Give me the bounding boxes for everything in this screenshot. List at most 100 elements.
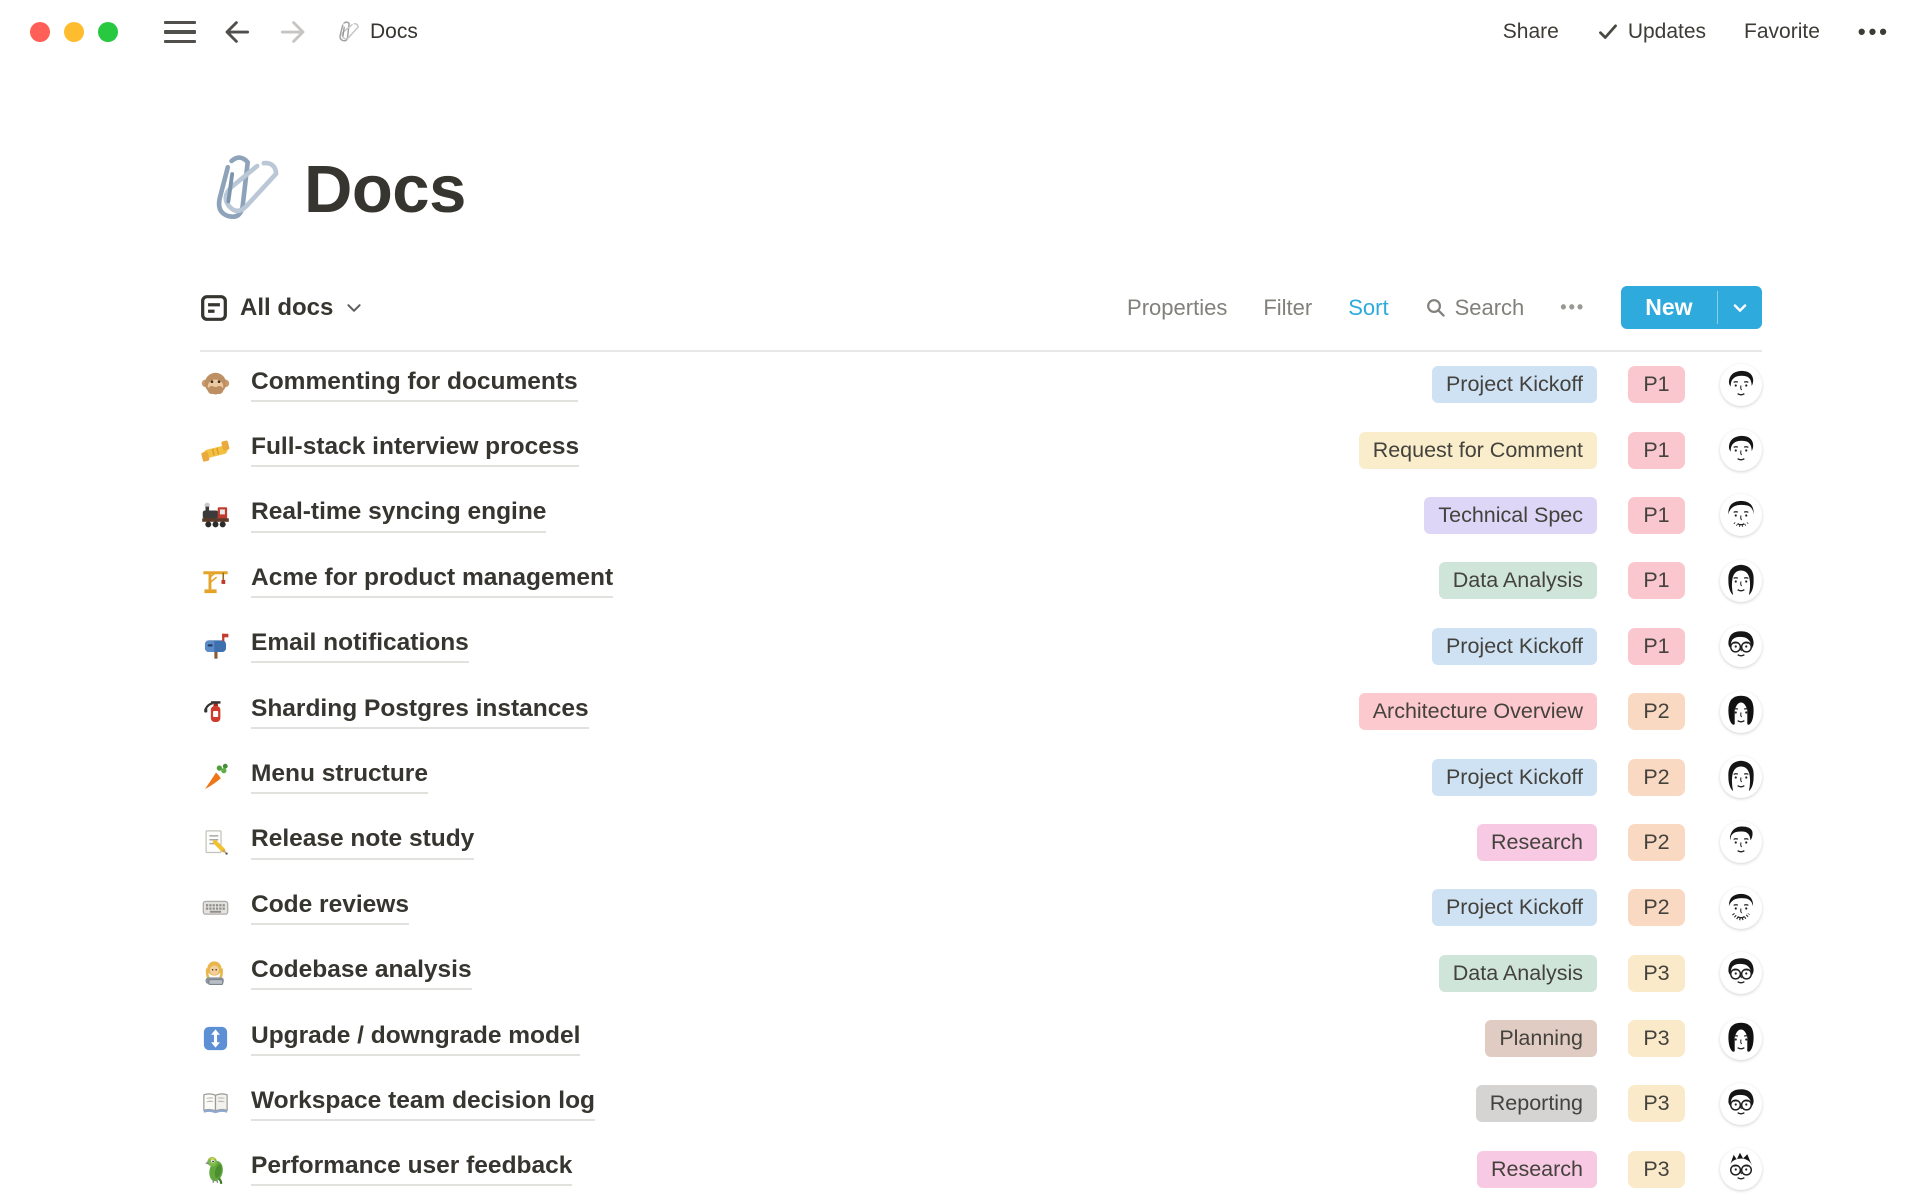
assignee-avatar-person-glasses[interactable] <box>1720 952 1762 994</box>
doc-type-tag[interactable]: Reporting <box>1476 1085 1597 1122</box>
sort-button[interactable]: Sort <box>1348 295 1388 321</box>
doc-row[interactable]: Commenting for documents Project Kickoff… <box>200 352 1762 417</box>
doc-type-tag[interactable]: Research <box>1477 1151 1597 1188</box>
priority-badge[interactable]: P2 <box>1628 693 1685 730</box>
priority-badge[interactable]: P1 <box>1628 432 1685 469</box>
doc-row[interactable]: Real-time syncing engine Technical Spec … <box>200 483 1762 548</box>
priority-badge[interactable]: P2 <box>1628 889 1685 926</box>
new-doc-split-button: New <box>1621 286 1762 329</box>
assignee-avatar-man-swept[interactable] <box>1720 364 1762 406</box>
back-button[interactable] <box>222 17 252 47</box>
titlebar-doc-title: Docs <box>370 20 418 44</box>
assignee-avatar-woman-bob[interactable] <box>1720 1018 1762 1060</box>
doc-type-tag[interactable]: Technical Spec <box>1424 497 1597 534</box>
open-mailbox-icon <box>200 630 234 662</box>
fire-extinguisher-icon <box>200 696 234 728</box>
doc-row[interactable]: Codebase analysis Data Analysis P3 <box>200 941 1762 1006</box>
chevron-down-icon <box>1731 299 1749 317</box>
assignee-avatar-man-glasses-spiky[interactable] <box>1720 1148 1762 1190</box>
assignee-avatar-woman-bob[interactable] <box>1720 691 1762 733</box>
favorite-button[interactable]: Favorite <box>1744 20 1820 44</box>
doc-row[interactable]: Upgrade / downgrade model Planning P3 <box>200 1006 1762 1071</box>
minimize-window-button[interactable] <box>64 22 84 42</box>
doc-title-link[interactable]: Workspace team decision log <box>251 1087 595 1121</box>
doc-title-link[interactable]: Release note study <box>251 825 474 859</box>
filter-button[interactable]: Filter <box>1263 295 1312 321</box>
building-construction-icon <box>200 565 234 597</box>
doc-title-link[interactable]: Full-stack interview process <box>251 433 579 467</box>
new-doc-button[interactable]: New <box>1621 286 1716 329</box>
share-button[interactable]: Share <box>1503 20 1559 44</box>
doc-title-link[interactable]: Email notifications <box>251 629 469 663</box>
updates-button[interactable]: Updates <box>1597 20 1706 44</box>
doc-title-link[interactable]: Codebase analysis <box>251 956 472 990</box>
assignee-avatar-person-glasses[interactable] <box>1720 625 1762 667</box>
new-doc-dropdown-button[interactable] <box>1718 286 1762 329</box>
doc-type-tag[interactable]: Data Analysis <box>1439 955 1597 992</box>
doc-type-tag[interactable]: Planning <box>1485 1020 1597 1057</box>
assignee-avatar-man-stubble[interactable] <box>1720 494 1762 536</box>
more-options-button[interactable]: ••• <box>1858 19 1890 45</box>
priority-badge[interactable]: P3 <box>1628 1151 1685 1188</box>
doc-title-link[interactable]: Real-time syncing engine <box>251 498 546 532</box>
doc-type-tag[interactable]: Architecture Overview <box>1359 693 1597 730</box>
doc-type-tag[interactable]: Project Kickoff <box>1432 759 1597 796</box>
doc-row[interactable]: Sharding Postgres instances Architecture… <box>200 679 1762 744</box>
locomotive-icon <box>200 499 234 531</box>
doc-row[interactable]: Release note study Research P2 <box>200 810 1762 875</box>
priority-badge[interactable]: P1 <box>1628 497 1685 534</box>
doc-row[interactable]: Workspace team decision log Reporting P3 <box>200 1071 1762 1136</box>
priority-badge[interactable]: P3 <box>1628 955 1685 992</box>
doc-row[interactable]: Acme for product management Data Analysi… <box>200 548 1762 613</box>
doc-type-tag[interactable]: Request for Comment <box>1359 432 1597 469</box>
assignee-avatar-person-glasses[interactable] <box>1720 1083 1762 1125</box>
assignee-avatar-man-swept[interactable] <box>1720 429 1762 471</box>
doc-list: Commenting for documents Project Kickoff… <box>200 352 1762 1200</box>
doc-title-link[interactable]: Menu structure <box>251 760 428 794</box>
priority-badge[interactable]: P1 <box>1628 366 1685 403</box>
doc-paperclip-icon <box>334 19 360 45</box>
toolbar-more-button[interactable]: ••• <box>1560 297 1585 318</box>
priority-badge[interactable]: P2 <box>1628 824 1685 861</box>
open-book-icon <box>200 1088 234 1120</box>
doc-row[interactable]: Performance user feedback Research P3 <box>200 1137 1762 1200</box>
zoom-window-button[interactable] <box>98 22 118 42</box>
doc-title-link[interactable]: Performance user feedback <box>251 1152 572 1186</box>
doc-title-link[interactable]: Acme for product management <box>251 564 613 598</box>
memo-icon <box>200 826 234 858</box>
doc-row[interactable]: Code reviews Project Kickoff P2 <box>200 875 1762 940</box>
doc-type-tag[interactable]: Data Analysis <box>1439 562 1597 599</box>
handshake-icon <box>200 434 234 466</box>
sidebar-menu-button[interactable] <box>164 21 196 44</box>
doc-type-tag[interactable]: Project Kickoff <box>1432 366 1597 403</box>
assignee-avatar-woman-long[interactable] <box>1720 560 1762 602</box>
properties-button[interactable]: Properties <box>1127 295 1227 321</box>
doc-row[interactable]: Full-stack interview process Request for… <box>200 417 1762 482</box>
priority-badge[interactable]: P3 <box>1628 1020 1685 1057</box>
up-down-button-icon <box>200 1023 234 1055</box>
priority-badge[interactable]: P1 <box>1628 628 1685 665</box>
page-title[interactable]: Docs <box>304 151 466 228</box>
doc-row[interactable]: Email notifications Project Kickoff P1 <box>200 614 1762 679</box>
assignee-avatar-woman-long[interactable] <box>1720 756 1762 798</box>
doc-row[interactable]: Menu structure Project Kickoff P2 <box>200 744 1762 809</box>
assignee-avatar-man-beard[interactable] <box>1720 887 1762 929</box>
doc-type-tag[interactable]: Project Kickoff <box>1432 889 1597 926</box>
checkmark-icon <box>1597 21 1619 43</box>
doc-title-link[interactable]: Code reviews <box>251 891 409 925</box>
doc-type-tag[interactable]: Project Kickoff <box>1432 628 1597 665</box>
close-window-button[interactable] <box>30 22 50 42</box>
doc-title-link[interactable]: Commenting for documents <box>251 368 578 402</box>
priority-badge[interactable]: P3 <box>1628 1085 1685 1122</box>
forward-button[interactable] <box>278 17 308 47</box>
assignee-avatar-man-quiff[interactable] <box>1720 821 1762 863</box>
doc-title-link[interactable]: Upgrade / downgrade model <box>251 1022 580 1056</box>
view-switcher[interactable]: All docs <box>200 294 363 322</box>
woman-technologist-icon <box>200 957 234 989</box>
doc-type-tag[interactable]: Research <box>1477 824 1597 861</box>
search-button[interactable]: Search <box>1425 295 1525 321</box>
priority-badge[interactable]: P2 <box>1628 759 1685 796</box>
list-view-icon <box>200 294 228 322</box>
priority-badge[interactable]: P1 <box>1628 562 1685 599</box>
doc-title-link[interactable]: Sharding Postgres instances <box>251 695 589 729</box>
